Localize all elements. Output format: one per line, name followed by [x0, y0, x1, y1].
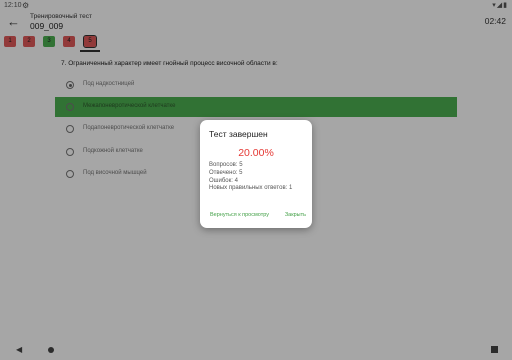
close-button[interactable]: Закрыть: [285, 212, 306, 218]
stat-questions: Вопросов: 5: [209, 162, 243, 168]
result-stats: Вопросов: 5 Отвечено: 5 Ошибок: 4 Новых …: [209, 162, 292, 193]
dialog-title: Тест завершен: [209, 129, 268, 139]
stat-new-correct: Новых правильных ответов: 1: [209, 185, 293, 192]
return-to-review-button[interactable]: Вернуться к просмотру: [210, 212, 269, 218]
stat-answered: Отвечено: 5: [209, 169, 243, 176]
stat-errors: Ошибок: 4: [209, 177, 238, 184]
test-finished-dialog: Тест завершен 20.00% Вопросов: 5 Отвечен…: [200, 120, 312, 228]
score-percent: 20.00%: [238, 147, 274, 159]
